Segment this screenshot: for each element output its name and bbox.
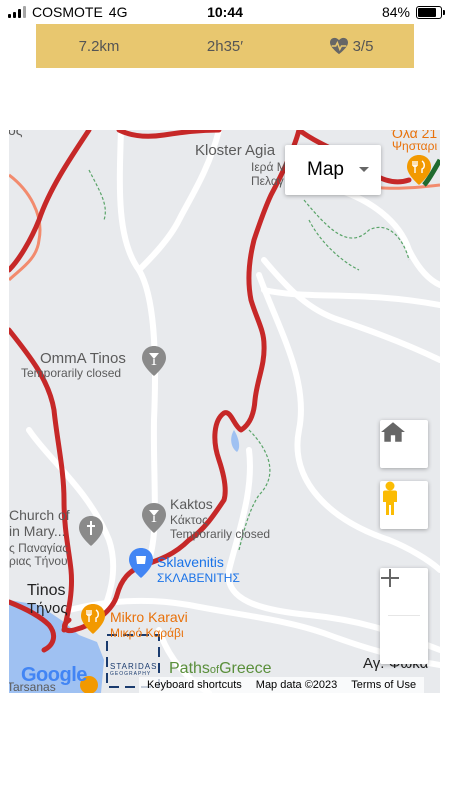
map-type-label: Map <box>307 159 344 180</box>
church-greek-label-2: ριας Τήνου <box>9 554 68 568</box>
church-label-2: in Mary... <box>9 523 66 539</box>
google-logo-text: Google <box>21 664 87 686</box>
status-bar-right: 84% <box>381 4 445 20</box>
top-left-label: νος <box>9 130 23 138</box>
duration-stat: 2h35′ <box>162 38 288 55</box>
terms-of-use-link[interactable]: Terms of Use <box>351 679 416 691</box>
route-north <box>9 130 92 273</box>
greece-word: Greece <box>219 660 272 677</box>
map-type-dropdown[interactable]: Map <box>285 145 381 195</box>
map-data-attribution: Map data ©2023 <box>255 679 338 691</box>
duration-value: 2h35′ <box>206 37 244 55</box>
map-canvas[interactable] <box>9 130 440 693</box>
sklavenitis-greek-label: ΣΚΛΑΒΕΝΙΤΗΣ <box>157 571 240 585</box>
kloster-greek-label: Ιερά Μ <box>251 160 287 174</box>
difficulty-value: 3/5 <box>352 37 374 55</box>
keyboard-shortcuts-link[interactable]: Keyboard shortcuts <box>147 679 242 691</box>
kloster-greek-label-2: Πελαγ <box>251 174 284 188</box>
kloster-label: Kloster Agia <box>195 142 276 159</box>
battery-percent: 84% <box>381 4 410 20</box>
kaktos-status-label: Temporarily closed <box>170 527 271 541</box>
olla-sub-label: Ψησταρι <box>392 139 438 153</box>
tinos-greek-label: Τήνος <box>27 600 68 617</box>
tinos-label: Tinos <box>27 582 66 599</box>
distance-stat: 7.2km <box>36 38 162 55</box>
pegman-icon <box>383 481 397 515</box>
status-bar: COSMOTE 4G 10:44 84% <box>0 0 450 24</box>
chevron-down-icon <box>359 167 369 172</box>
of-word: of <box>209 664 220 676</box>
omma-status-label: Temporarily closed <box>21 366 122 380</box>
battery-icon <box>416 5 445 19</box>
kaktos-greek-label: Κάκτος <box>170 513 208 527</box>
omma-label: OmmA Tinos <box>40 350 126 367</box>
difficulty-stat: 3/5 <box>288 37 414 55</box>
route-ne <box>116 130 222 139</box>
heart-pulse-icon <box>329 37 348 55</box>
kaktos-label: Kaktos <box>170 496 213 512</box>
sklavenitis-label: Sklavenitis <box>157 554 224 570</box>
paths-word: Paths <box>169 660 210 677</box>
home-icon <box>381 422 405 442</box>
trail-map[interactable]: Kloster Agia Ιερά Μ Πελαγ Όλα 21 Ψησταρι… <box>9 130 440 693</box>
distance-value: 7.2km <box>78 37 120 55</box>
zoom-divider <box>388 615 420 616</box>
minus-icon <box>381 577 399 579</box>
church-greek-label: ς Παναγίας <box>9 541 69 555</box>
church-marker-icon[interactable] <box>79 516 103 546</box>
google-logo[interactable]: Google <box>21 664 87 687</box>
church-label: Church of <box>9 507 70 523</box>
zoom-out-button[interactable] <box>380 577 428 664</box>
pond <box>231 430 240 452</box>
trail-stats-bar: 7.2km 2h35′ 3/5 <box>36 24 414 68</box>
map-attribution-bar: Keyboard shortcuts Map data ©2023 Terms … <box>139 677 425 693</box>
paths-of-greece-logo: PathsofGreece <box>169 660 272 678</box>
omma-marker-icon[interactable] <box>142 346 166 376</box>
mikro-karavi-marker-icon[interactable] <box>81 604 105 634</box>
zoom-control <box>380 568 428 664</box>
kaktos-marker-icon[interactable] <box>142 503 166 533</box>
mikro-karavi-label: Mikro Karavi <box>110 609 188 625</box>
staridas-label: STARIDAS <box>110 662 158 671</box>
mikro-karavi-greek-label: Μικρό Καράβι <box>110 626 184 640</box>
street-view-pegman-button[interactable] <box>380 481 428 529</box>
home-button[interactable] <box>380 420 428 468</box>
